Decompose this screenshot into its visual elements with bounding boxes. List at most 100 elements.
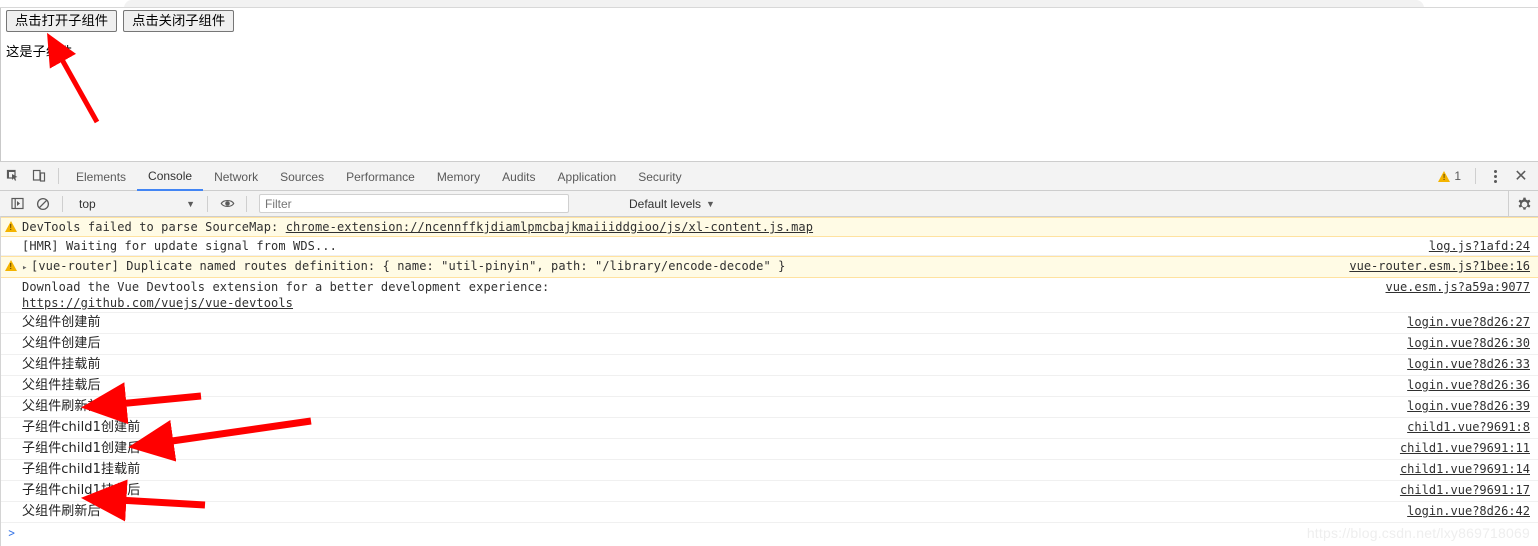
- tab-elements[interactable]: Elements: [65, 163, 137, 190]
- console-message-text: DevTools failed to parse SourceMap: chro…: [22, 219, 1530, 235]
- console-message-row[interactable]: 父组件挂载后 login.vue?8d26:36: [0, 376, 1538, 397]
- expand-arrow-icon[interactable]: ▸: [22, 260, 31, 276]
- devtools-tabbar-right: 1 ✕: [1438, 162, 1534, 190]
- tab-security[interactable]: Security: [627, 163, 692, 190]
- console-message-text: 子组件child1挂载前: [22, 461, 1400, 479]
- inspect-element-icon[interactable]: [0, 163, 26, 189]
- console-message-row[interactable]: 父组件创建后 login.vue?8d26:30: [0, 334, 1538, 355]
- console-message-gutter: [0, 419, 22, 421]
- console-message-gutter: [0, 398, 22, 400]
- prompt-chevron-icon: >: [8, 526, 15, 540]
- console-message-row[interactable]: 父组件挂载前 login.vue?8d26:33: [0, 355, 1538, 376]
- console-filter-input[interactable]: [259, 194, 569, 213]
- console-message-gutter: [0, 440, 22, 442]
- console-source-link[interactable]: login.vue?8d26:42: [1407, 503, 1538, 519]
- console-levels-select[interactable]: Default levels ▼: [629, 197, 715, 211]
- browser-chrome-sliver: [0, 0, 1538, 8]
- console-message-row[interactable]: ▸[vue-router] Duplicate named routes def…: [0, 256, 1538, 278]
- console-message-text: 子组件child1挂载后: [22, 482, 1400, 500]
- open-child-button[interactable]: 点击打开子组件: [6, 10, 117, 32]
- console-message-gutter: [0, 238, 22, 240]
- console-sidebar-icon[interactable]: [4, 191, 30, 217]
- console-message-text: 父组件创建前: [22, 314, 1407, 332]
- console-message-body: 子组件child1创建前: [22, 420, 140, 435]
- console-message-row[interactable]: DevTools failed to parse SourceMap: chro…: [0, 217, 1538, 237]
- console-source-link[interactable]: login.vue?8d26:33: [1407, 356, 1538, 372]
- console-message-list[interactable]: DevTools failed to parse SourceMap: chro…: [0, 217, 1538, 545]
- console-source-link[interactable]: child1.vue?9691:17: [1400, 482, 1538, 498]
- console-message-text: 子组件child1创建前: [22, 419, 1407, 437]
- console-message-row[interactable]: 子组件child1创建前 child1.vue?9691:8: [0, 418, 1538, 439]
- tab-performance[interactable]: Performance: [335, 163, 426, 190]
- child-component-text: 这是子组件: [6, 41, 72, 60]
- tab-application[interactable]: Application: [547, 163, 628, 190]
- console-source-link[interactable]: vue.esm.js?a59a:9077: [1386, 279, 1538, 295]
- more-options-icon[interactable]: [1484, 165, 1506, 187]
- tab-audits[interactable]: Audits: [491, 163, 546, 190]
- console-message-gutter: [0, 279, 22, 281]
- clear-console-icon[interactable]: [30, 191, 56, 217]
- device-toolbar-icon[interactable]: [26, 163, 52, 189]
- console-message-text: 父组件挂载前: [22, 356, 1407, 374]
- console-message-text: ▸[vue-router] Duplicate named routes def…: [22, 258, 1349, 276]
- console-source-link[interactable]: login.vue?8d26:30: [1407, 335, 1538, 351]
- console-message-row[interactable]: 父组件刷新前 login.vue?8d26:39: [0, 397, 1538, 418]
- tab-console[interactable]: Console: [137, 162, 203, 191]
- console-message-body: 子组件child1创建后: [22, 441, 140, 456]
- warning-icon: [5, 260, 17, 271]
- warning-icon: [5, 221, 17, 232]
- console-message-body: 子组件child1挂载后: [22, 483, 140, 498]
- warning-count-value: 1: [1454, 169, 1461, 183]
- console-levels-value: Default levels: [629, 197, 701, 211]
- chevron-down-icon: ▼: [186, 199, 195, 209]
- console-source-link[interactable]: log.js?1afd:24: [1429, 238, 1538, 254]
- console-message-body: Download the Vue Devtools extension for …: [22, 280, 549, 294]
- console-message-gutter: [0, 258, 22, 271]
- console-message-body: 子组件child1挂载前: [22, 462, 140, 477]
- chevron-down-icon-levels: ▼: [706, 199, 715, 209]
- close-devtools-icon[interactable]: ✕: [1508, 163, 1534, 189]
- tab-memory[interactable]: Memory: [426, 163, 491, 190]
- console-source-link[interactable]: login.vue?8d26:27: [1407, 314, 1538, 330]
- console-settings-icon[interactable]: [1508, 191, 1532, 217]
- console-source-link[interactable]: login.vue?8d26:36: [1407, 377, 1538, 393]
- console-message-body: 父组件刷新后: [22, 504, 101, 519]
- console-message-gutter: [0, 377, 22, 379]
- console-toolbar-divider: [62, 196, 63, 212]
- execution-context-select[interactable]: top ▼: [69, 197, 201, 211]
- console-message-text: 父组件创建后: [22, 335, 1407, 353]
- console-message-row[interactable]: 父组件刷新后 login.vue?8d26:42: [0, 502, 1538, 523]
- console-message-text: [HMR] Waiting for update signal from WDS…: [22, 238, 1429, 254]
- console-message-text: 父组件刷新前: [22, 398, 1407, 416]
- console-toolbar: top ▼ Default levels ▼: [0, 191, 1538, 217]
- console-toolbar-divider-2: [207, 196, 208, 212]
- console-message-gutter: [0, 461, 22, 463]
- console-inline-link[interactable]: https://github.com/vuejs/vue-devtools: [22, 296, 293, 310]
- execution-context-value: top: [79, 197, 96, 211]
- console-message-text: 父组件刷新后: [22, 503, 1407, 521]
- console-message-row[interactable]: 子组件child1挂载后 child1.vue?9691:17: [0, 481, 1538, 502]
- console-message-body: 父组件挂载后: [22, 378, 101, 393]
- console-message-body: 父组件刷新前: [22, 399, 101, 414]
- console-message-row[interactable]: Download the Vue Devtools extension for …: [0, 278, 1538, 313]
- console-message-body: 父组件创建后: [22, 336, 101, 351]
- console-source-link[interactable]: child1.vue?9691:8: [1407, 419, 1538, 435]
- console-message-row[interactable]: 父组件创建前login.vue?8d26:27: [0, 313, 1538, 334]
- tab-sources[interactable]: Sources: [269, 163, 335, 190]
- console-message-gutter: [0, 219, 22, 232]
- tab-network[interactable]: Network: [203, 163, 269, 190]
- console-source-link[interactable]: login.vue?8d26:39: [1407, 398, 1538, 414]
- live-expression-icon[interactable]: [214, 191, 240, 217]
- console-source-link[interactable]: child1.vue?9691:11: [1400, 440, 1538, 456]
- console-source-link[interactable]: child1.vue?9691:14: [1400, 461, 1538, 477]
- console-message-text: Download the Vue Devtools extension for …: [22, 279, 1386, 311]
- console-message-body: 父组件挂载前: [22, 357, 101, 372]
- warning-count-badge[interactable]: 1: [1438, 169, 1467, 183]
- close-child-button[interactable]: 点击关闭子组件: [123, 10, 234, 32]
- console-inline-link[interactable]: chrome-extension://ncennffkjdiamlpmcbajk…: [286, 220, 813, 234]
- console-message-row[interactable]: 子组件child1挂载前 child1.vue?9691:14: [0, 460, 1538, 481]
- console-message-row[interactable]: 子组件child1创建后 child1.vue?9691:11: [0, 439, 1538, 460]
- console-source-link[interactable]: vue-router.esm.js?1bee:16: [1349, 258, 1538, 274]
- console-toolbar-divider-3: [246, 196, 247, 212]
- console-message-row[interactable]: [HMR] Waiting for update signal from WDS…: [0, 237, 1538, 256]
